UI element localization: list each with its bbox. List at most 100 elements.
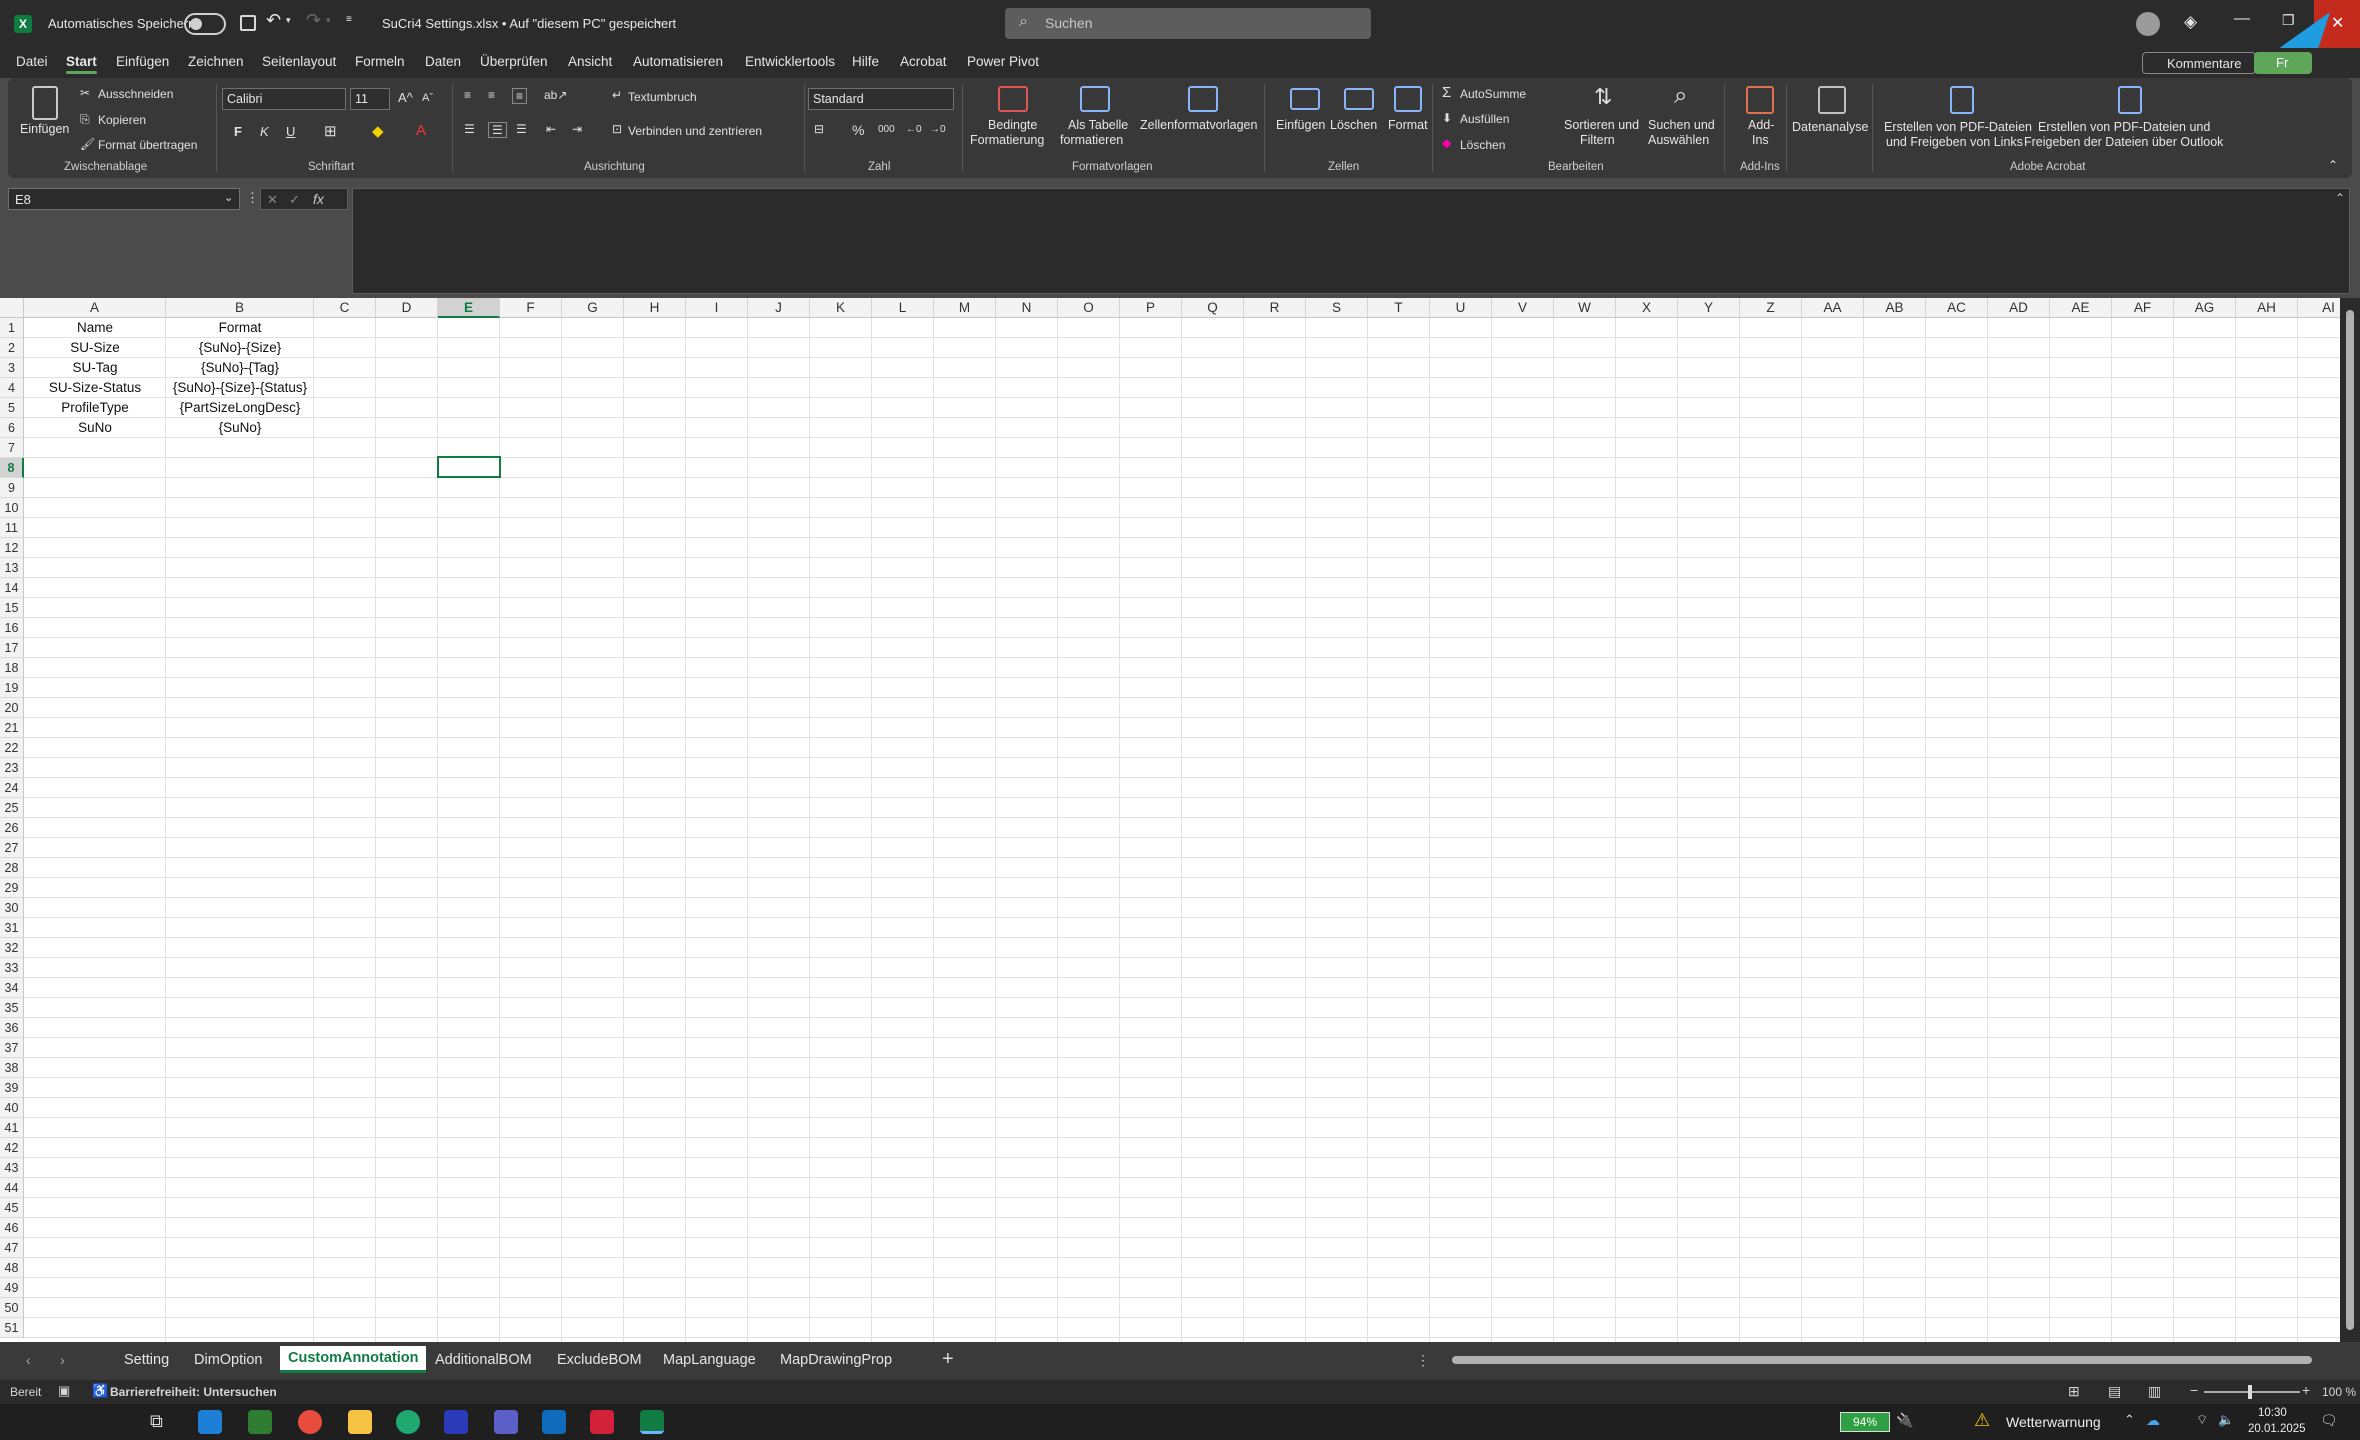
addins-line2[interactable]: Ins (1752, 133, 1769, 148)
excel-taskbar-icon[interactable] (640, 1410, 664, 1434)
percent-icon[interactable]: % (852, 122, 864, 138)
column-header-aa[interactable]: AA (1802, 298, 1864, 318)
accessibility-check[interactable]: Barrierefreiheit: Untersuchen (110, 1385, 277, 1399)
paste-button[interactable]: Einfügen (20, 122, 69, 137)
italic-button[interactable]: K (260, 124, 269, 139)
row-header-50[interactable]: 50 (0, 1298, 24, 1318)
volume-icon[interactable]: 🔈 (2218, 1412, 2234, 1428)
copy-button[interactable]: Kopieren (98, 113, 146, 127)
comments-button[interactable]: Kommentare (2142, 52, 2256, 74)
conditional-format-line1[interactable]: Bedingte (988, 118, 1037, 133)
row-header-4[interactable]: 4 (0, 378, 24, 398)
row-header-8[interactable]: 8 (0, 458, 24, 478)
app-green-icon[interactable] (248, 1410, 272, 1434)
expand-formula-icon[interactable]: ⌃ (2335, 191, 2345, 205)
decrease-decimal-icon[interactable]: →0 (930, 124, 946, 135)
cell-a2[interactable]: SU-Size (24, 338, 166, 358)
acrobat-icon[interactable] (590, 1410, 614, 1434)
row-header-33[interactable]: 33 (0, 958, 24, 978)
row-header-9[interactable]: 9 (0, 478, 24, 498)
tray-chevron-icon[interactable]: ⌃ (2124, 1412, 2135, 1428)
row-header-38[interactable]: 38 (0, 1058, 24, 1078)
row-header-21[interactable]: 21 (0, 718, 24, 738)
menu-hilfe[interactable]: Hilfe (852, 54, 879, 69)
more-options-icon[interactable]: ⋮ (246, 190, 259, 206)
column-header-j[interactable]: J (748, 298, 810, 318)
font-name-select[interactable]: Calibri (222, 88, 346, 110)
collapse-ribbon-icon[interactable]: ⌃ (2328, 158, 2338, 172)
row-header-19[interactable]: 19 (0, 678, 24, 698)
row-header-48[interactable]: 48 (0, 1258, 24, 1278)
column-header-g[interactable]: G (562, 298, 624, 318)
share-button[interactable]: Fr (2254, 52, 2312, 74)
delete-cells-button[interactable]: Löschen (1330, 118, 1377, 133)
formula-input[interactable]: ⌃ (352, 188, 2350, 294)
column-header-e[interactable]: E (438, 298, 500, 318)
prev-sheet-icon[interactable]: ‹ (26, 1352, 31, 1368)
row-header-15[interactable]: 15 (0, 598, 24, 618)
row-header-20[interactable]: 20 (0, 698, 24, 718)
sheet-tab-dimoption[interactable]: DimOption (194, 1352, 263, 1368)
row-header-34[interactable]: 34 (0, 978, 24, 998)
autosum-button[interactable]: AutoSumme (1460, 87, 1526, 101)
menu-ueberpruefen[interactable]: Überprüfen (480, 54, 548, 69)
menu-automatisieren[interactable]: Automatisieren (633, 54, 723, 69)
column-header-x[interactable]: X (1616, 298, 1678, 318)
row-header-26[interactable]: 26 (0, 818, 24, 838)
column-header-v[interactable]: V (1492, 298, 1554, 318)
row-header-32[interactable]: 32 (0, 938, 24, 958)
row-header-51[interactable]: 51 (0, 1318, 24, 1338)
menu-start[interactable]: Start (66, 54, 97, 74)
insert-cells-button[interactable]: Einfügen (1276, 118, 1325, 133)
page-layout-view-icon[interactable]: ▤ (2108, 1383, 2121, 1400)
fill-button[interactable]: Ausfüllen (1460, 112, 1509, 126)
row-header-29[interactable]: 29 (0, 878, 24, 898)
menu-power-pivot[interactable]: Power Pivot (967, 54, 1039, 69)
clock-date[interactable]: 20.01.2025 (2248, 1423, 2306, 1435)
sort-filter-line1[interactable]: Sortieren und (1564, 118, 1639, 133)
column-header-b[interactable]: B (166, 298, 314, 318)
fill-color-icon[interactable]: ◆ (372, 122, 384, 140)
underline-button[interactable]: U (286, 124, 295, 139)
column-header-o[interactable]: O (1058, 298, 1120, 318)
row-header-46[interactable]: 46 (0, 1218, 24, 1238)
row-header-43[interactable]: 43 (0, 1158, 24, 1178)
sheet-tab-excludebom[interactable]: ExcludeBOM (557, 1352, 642, 1368)
align-left-icon[interactable]: ☰ (464, 122, 475, 136)
zoom-level[interactable]: 100 % (2322, 1385, 2356, 1399)
row-header-42[interactable]: 42 (0, 1138, 24, 1158)
row-header-49[interactable]: 49 (0, 1278, 24, 1298)
column-header-c[interactable]: C (314, 298, 376, 318)
sort-filter-line2[interactable]: Filtern (1580, 133, 1615, 148)
row-header-47[interactable]: 47 (0, 1238, 24, 1258)
column-header-t[interactable]: T (1368, 298, 1430, 318)
align-bottom-icon[interactable]: ≡ (512, 88, 528, 104)
column-header-af[interactable]: AF (2112, 298, 2174, 318)
row-header-31[interactable]: 31 (0, 918, 24, 938)
task-view-icon[interactable]: ⧉ (150, 1411, 163, 1432)
column-header-h[interactable]: H (624, 298, 686, 318)
sheet-tab-customannotation[interactable]: CustomAnnotation (280, 1346, 427, 1373)
teams-icon[interactable] (494, 1410, 518, 1434)
name-box[interactable]: E8 (8, 188, 240, 210)
row-header-6[interactable]: 6 (0, 418, 24, 438)
select-all-corner[interactable] (0, 298, 24, 318)
format-as-table-line2[interactable]: formatieren (1060, 133, 1123, 148)
sheet-tab-maplanguage[interactable]: MapLanguage (663, 1352, 756, 1368)
confirm-icon[interactable]: ✓ (289, 192, 300, 208)
font-size-select[interactable]: 11 (350, 88, 390, 110)
macro-record-icon[interactable]: ▣ (58, 1383, 70, 1399)
row-header-45[interactable]: 45 (0, 1198, 24, 1218)
name-box-dropdown-icon[interactable]: ⌄ (224, 191, 233, 204)
sheet-tab-mapdrawingprop[interactable]: MapDrawingProp (780, 1352, 892, 1368)
format-as-table-line1[interactable]: Als Tabelle (1068, 118, 1128, 133)
cell-styles-button[interactable]: Zellenformatvorlagen (1140, 118, 1257, 133)
column-header-q[interactable]: Q (1182, 298, 1244, 318)
worksheet-grid[interactable]: A B C D E F G H I J K L M N O P Q R S T U V W X Y Z AA AB AC AD AE AF AG… (0, 298, 2340, 1342)
clock-time[interactable]: 10:30 (2258, 1407, 2287, 1419)
menu-datei[interactable]: Datei (16, 54, 48, 69)
row-header-14[interactable]: 14 (0, 578, 24, 598)
row-header-12[interactable]: 12 (0, 538, 24, 558)
file-title[interactable]: SuCri4 Settings.xlsx • Auf "diesem PC" g… (382, 16, 676, 31)
row-header-39[interactable]: 39 (0, 1078, 24, 1098)
